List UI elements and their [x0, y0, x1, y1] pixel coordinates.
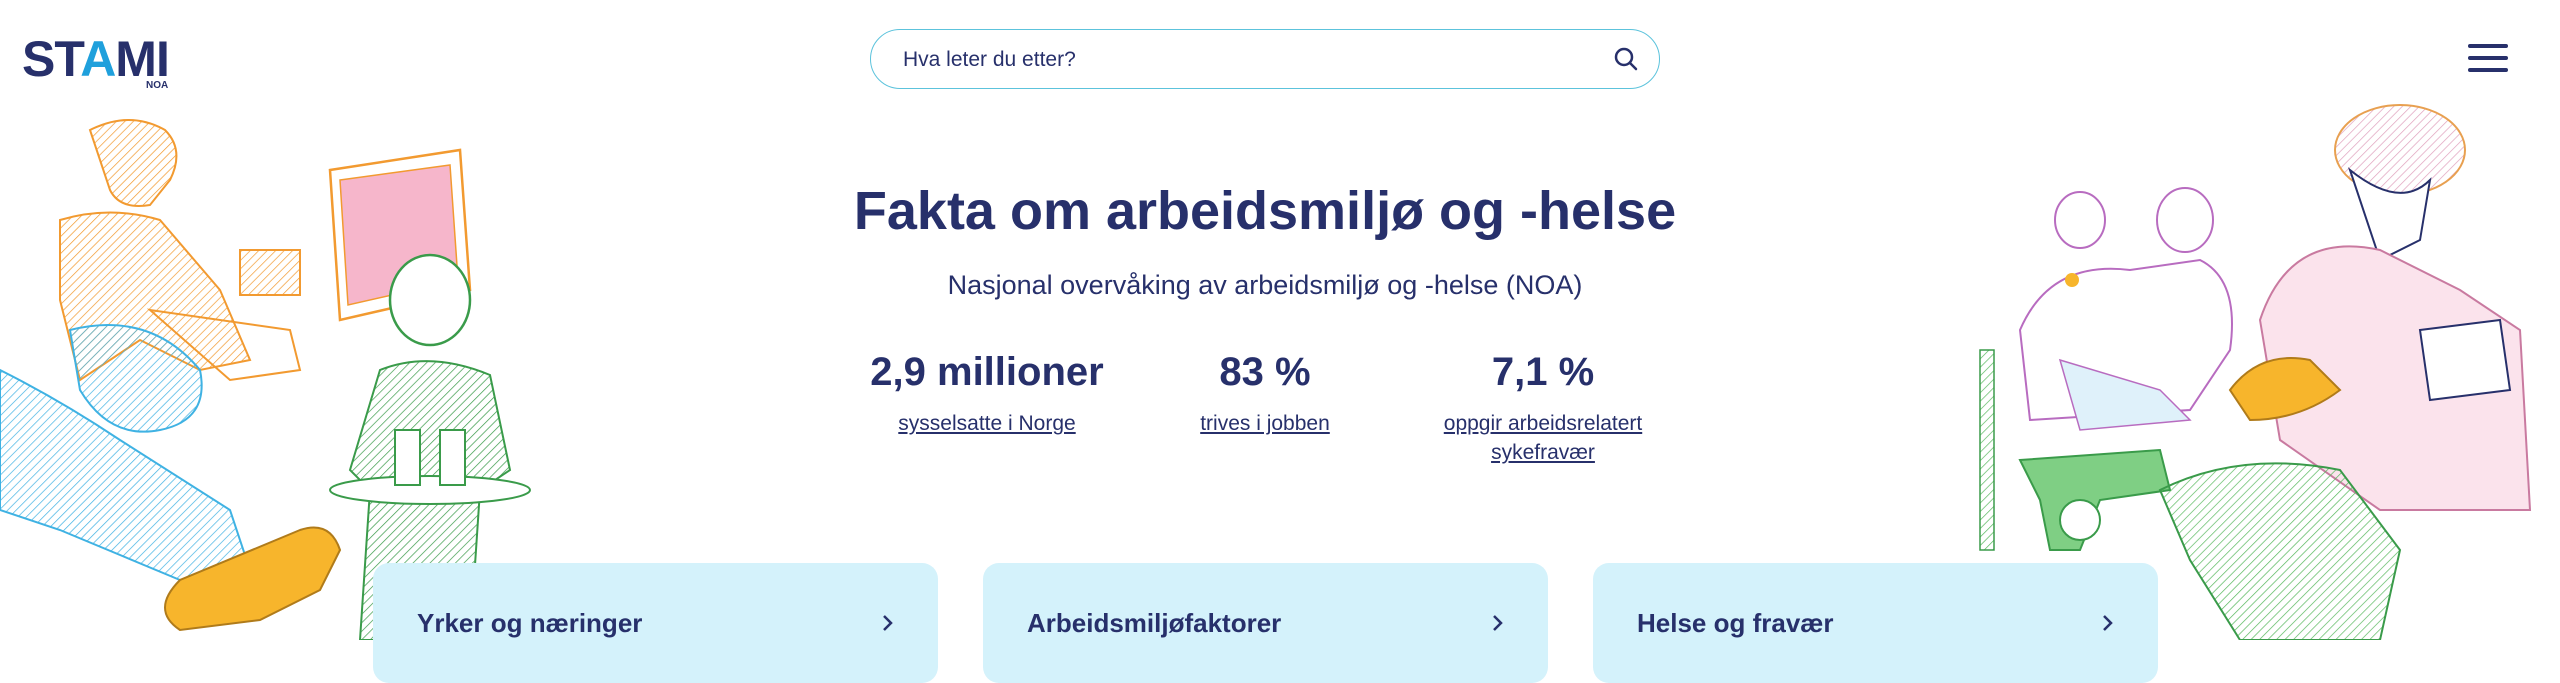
stat-value: 2,9 millioner [870, 350, 1104, 394]
illustration-right [1979, 104, 2532, 640]
stami-logo[interactable]: STAMI NOA [22, 30, 182, 91]
card-title: Arbeidsmiljøfaktorer [1027, 608, 1282, 638]
chevron-right-icon [1493, 615, 1503, 631]
hamburger-menu-icon [2468, 44, 2508, 48]
chevron-right-icon [2103, 615, 2113, 631]
stat-link-employed[interactable]: sysselsatte i Norge [857, 409, 1117, 438]
stat-value: 7,1 % [1491, 350, 1595, 394]
search-icon [1614, 47, 1638, 71]
search-input[interactable] [901, 30, 1585, 89]
stat-sick-leave: 7,1 % oppgir arbeidsrelatert sykefravær [1413, 350, 1673, 467]
stat-link-sick-leave[interactable]: oppgir arbeidsrelatert sykefravær [1413, 409, 1673, 467]
logo-subtitle: NOA [146, 80, 169, 91]
search-bar[interactable] [870, 29, 1660, 89]
hamburger-line [2468, 56, 2508, 60]
page-title: Fakta om arbeidsmiljø og -helse [853, 181, 1677, 241]
menu-button[interactable] [2468, 44, 2508, 74]
card-title: Helse og fravær [1637, 608, 1834, 638]
chevron-right-icon [883, 615, 893, 631]
nurse-figure [2258, 104, 2532, 511]
card-work-environment-factors[interactable]: Arbeidsmiljøfaktorer [983, 563, 1548, 683]
page-subtitle: Nasjonal overvåking av arbeidsmiljø og -… [947, 270, 1583, 300]
card-title: Yrker og næringer [417, 608, 643, 638]
card-health-and-absence[interactable]: Helse og fravær [1593, 563, 2158, 683]
hamburger-line [2468, 68, 2508, 72]
stat-thriving: 83 % trives i jobben [1135, 350, 1395, 438]
logo-wordmark: STAMI [22, 31, 170, 87]
stat-link-thriving[interactable]: trives i jobben [1135, 409, 1395, 438]
search-button[interactable] [1611, 44, 1641, 74]
card-occupations[interactable]: Yrker og næringer [373, 563, 938, 683]
stat-employed: 2,9 millioner sysselsatte i Norge [857, 350, 1117, 438]
stat-value: 83 % [1219, 350, 1311, 394]
